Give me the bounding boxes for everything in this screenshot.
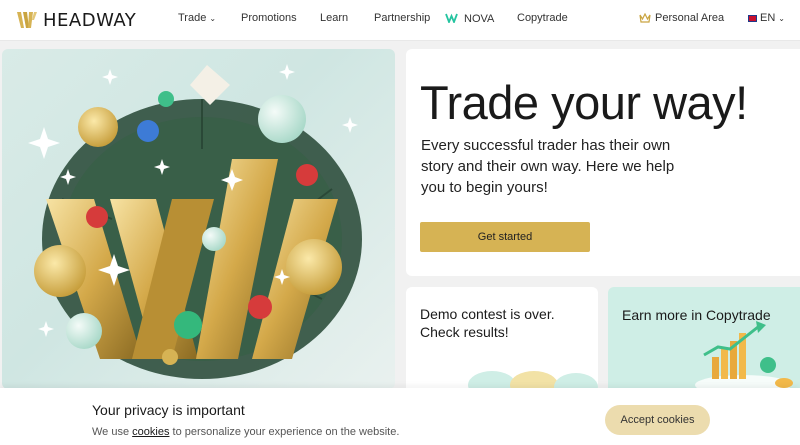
- language-label: EN: [760, 12, 776, 24]
- uk-flag-icon: [748, 14, 757, 22]
- top-navigation: HEADWAY Trade ⌄ Promotions Learn Partner…: [0, 0, 800, 41]
- nav-copytrade[interactable]: Copytrade: [517, 12, 568, 24]
- nav-trade[interactable]: Trade ⌄: [178, 12, 216, 24]
- cookie-text: We use cookies to personalize your exper…: [92, 426, 399, 438]
- cookie-title: Your privacy is important: [92, 402, 245, 418]
- logo-text: HEADWAY: [43, 9, 137, 31]
- nav-partnership[interactable]: Partnership: [374, 12, 430, 24]
- nav-promotions[interactable]: Promotions: [241, 12, 297, 24]
- personal-area-label: Personal Area: [655, 12, 725, 24]
- hero-card: Trade your way! Every successful trader …: [406, 49, 800, 276]
- nav-trade-label: Trade: [178, 12, 207, 24]
- personal-area-link[interactable]: Personal Area: [639, 12, 724, 24]
- headway-logo[interactable]: HEADWAY: [16, 8, 136, 32]
- nav-nova-label: NOVA: [464, 13, 495, 25]
- nav-nova[interactable]: NOVA: [445, 12, 494, 26]
- cookies-link[interactable]: cookies: [132, 426, 169, 438]
- accept-cookies-button[interactable]: Accept cookies: [605, 405, 710, 435]
- demo-contest-card[interactable]: Demo contest is over. Check results!: [406, 287, 598, 397]
- coins-illustration: [468, 371, 598, 397]
- nav-learn[interactable]: Learn: [320, 12, 348, 24]
- get-started-button[interactable]: Get started: [420, 222, 590, 252]
- hero-artwork: [28, 64, 362, 379]
- chevron-down-icon: ⌄: [209, 13, 217, 23]
- chart-coins-illustration: [695, 321, 793, 395]
- cookie-text-after: to personalize your experience on the we…: [172, 426, 400, 438]
- hero-illustration: [2, 49, 395, 389]
- chevron-down-icon: ⌄: [778, 13, 785, 23]
- copytrade-card[interactable]: Earn more in Copytrade: [608, 287, 800, 397]
- cookie-text-before: We use: [92, 426, 130, 438]
- headway-logo-icon: [17, 12, 37, 28]
- crown-icon: [639, 13, 651, 23]
- language-selector[interactable]: EN ⌄: [748, 12, 785, 24]
- nova-icon: [445, 12, 458, 26]
- hero-title: Trade your way!: [420, 76, 748, 129]
- hero-description: Every successful trader has their own st…: [421, 137, 675, 196]
